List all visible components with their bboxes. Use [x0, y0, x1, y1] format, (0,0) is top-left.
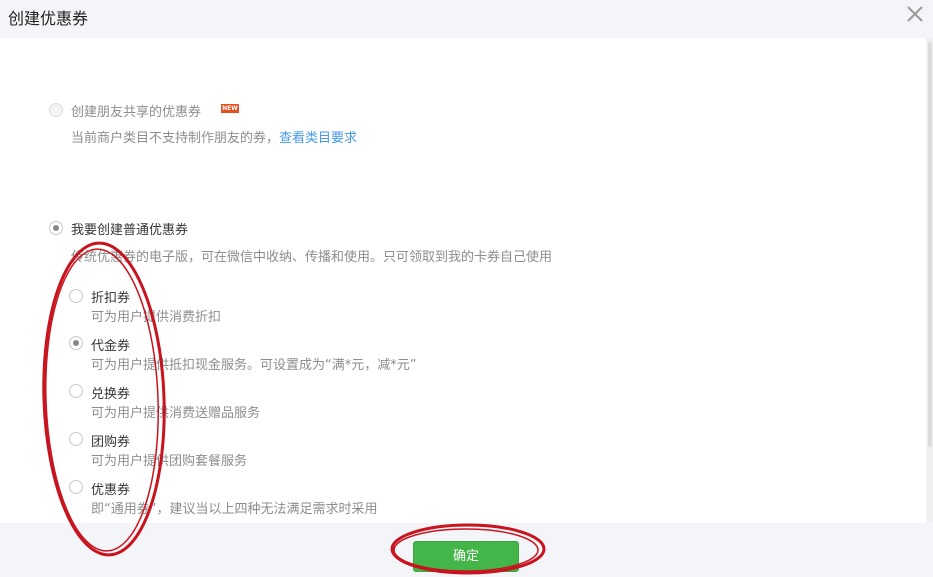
group-coupon-desc: 可为用户提供团购套餐服务	[91, 454, 248, 469]
friend-coupon-radio[interactable]	[49, 103, 63, 117]
general-coupon-label: 优惠券	[91, 483, 131, 498]
discount-coupon-radio[interactable]	[69, 289, 83, 303]
confirm-button[interactable]: 确定	[413, 541, 519, 572]
scrollbar-thumb[interactable]	[928, 42, 932, 447]
friend-coupon-note-text: 当前商户类目不支持制作朋友的券，	[71, 131, 280, 146]
general-coupon-radio[interactable]	[69, 480, 83, 494]
cash-coupon-desc: 可为用户提供抵扣现金服务。可设置成为“满*元，减*元”	[91, 358, 417, 373]
view-category-requirements-link[interactable]: 查看类目要求	[279, 131, 357, 146]
gift-coupon-label: 兑换券	[91, 387, 131, 402]
cash-coupon-label: 代金券	[91, 339, 131, 354]
general-coupon-desc: 即“通用券”，建议当以上四种无法满足需求时采用	[91, 502, 378, 517]
gift-coupon-radio[interactable]	[69, 384, 83, 398]
friend-coupon-note: 当前商户类目不支持制作朋友的券，查看类目要求	[71, 127, 357, 146]
discount-coupon-desc: 可为用户提供消费折扣	[91, 310, 222, 325]
dialog-title: 创建优惠券	[8, 9, 89, 28]
friend-coupon-label: 创建朋友共享的优惠券	[71, 105, 202, 120]
normal-coupon-radio[interactable]	[49, 221, 63, 235]
group-coupon-label: 团购券	[91, 435, 131, 450]
normal-coupon-desc: 传统优惠券的电子版，可在微信中收纳、传播和使用。只可领取到我的卡券自己使用	[71, 250, 553, 265]
group-coupon-radio[interactable]	[69, 432, 83, 446]
create-coupon-dialog: 创建优惠券 创建朋友共享的优惠券 NEW 当前商户类目不支持制作朋友的券，查看类…	[0, 0, 933, 577]
new-badge: NEW	[221, 104, 239, 113]
normal-coupon-label: 我要创建普通优惠券	[71, 223, 189, 238]
close-icon	[907, 6, 923, 22]
dialog-header: 创建优惠券	[0, 0, 933, 38]
close-button[interactable]	[903, 2, 927, 26]
cash-coupon-radio[interactable]	[69, 336, 83, 350]
discount-coupon-label: 折扣券	[91, 291, 131, 306]
gift-coupon-desc: 可为用户提供消费送赠品服务	[91, 406, 261, 421]
